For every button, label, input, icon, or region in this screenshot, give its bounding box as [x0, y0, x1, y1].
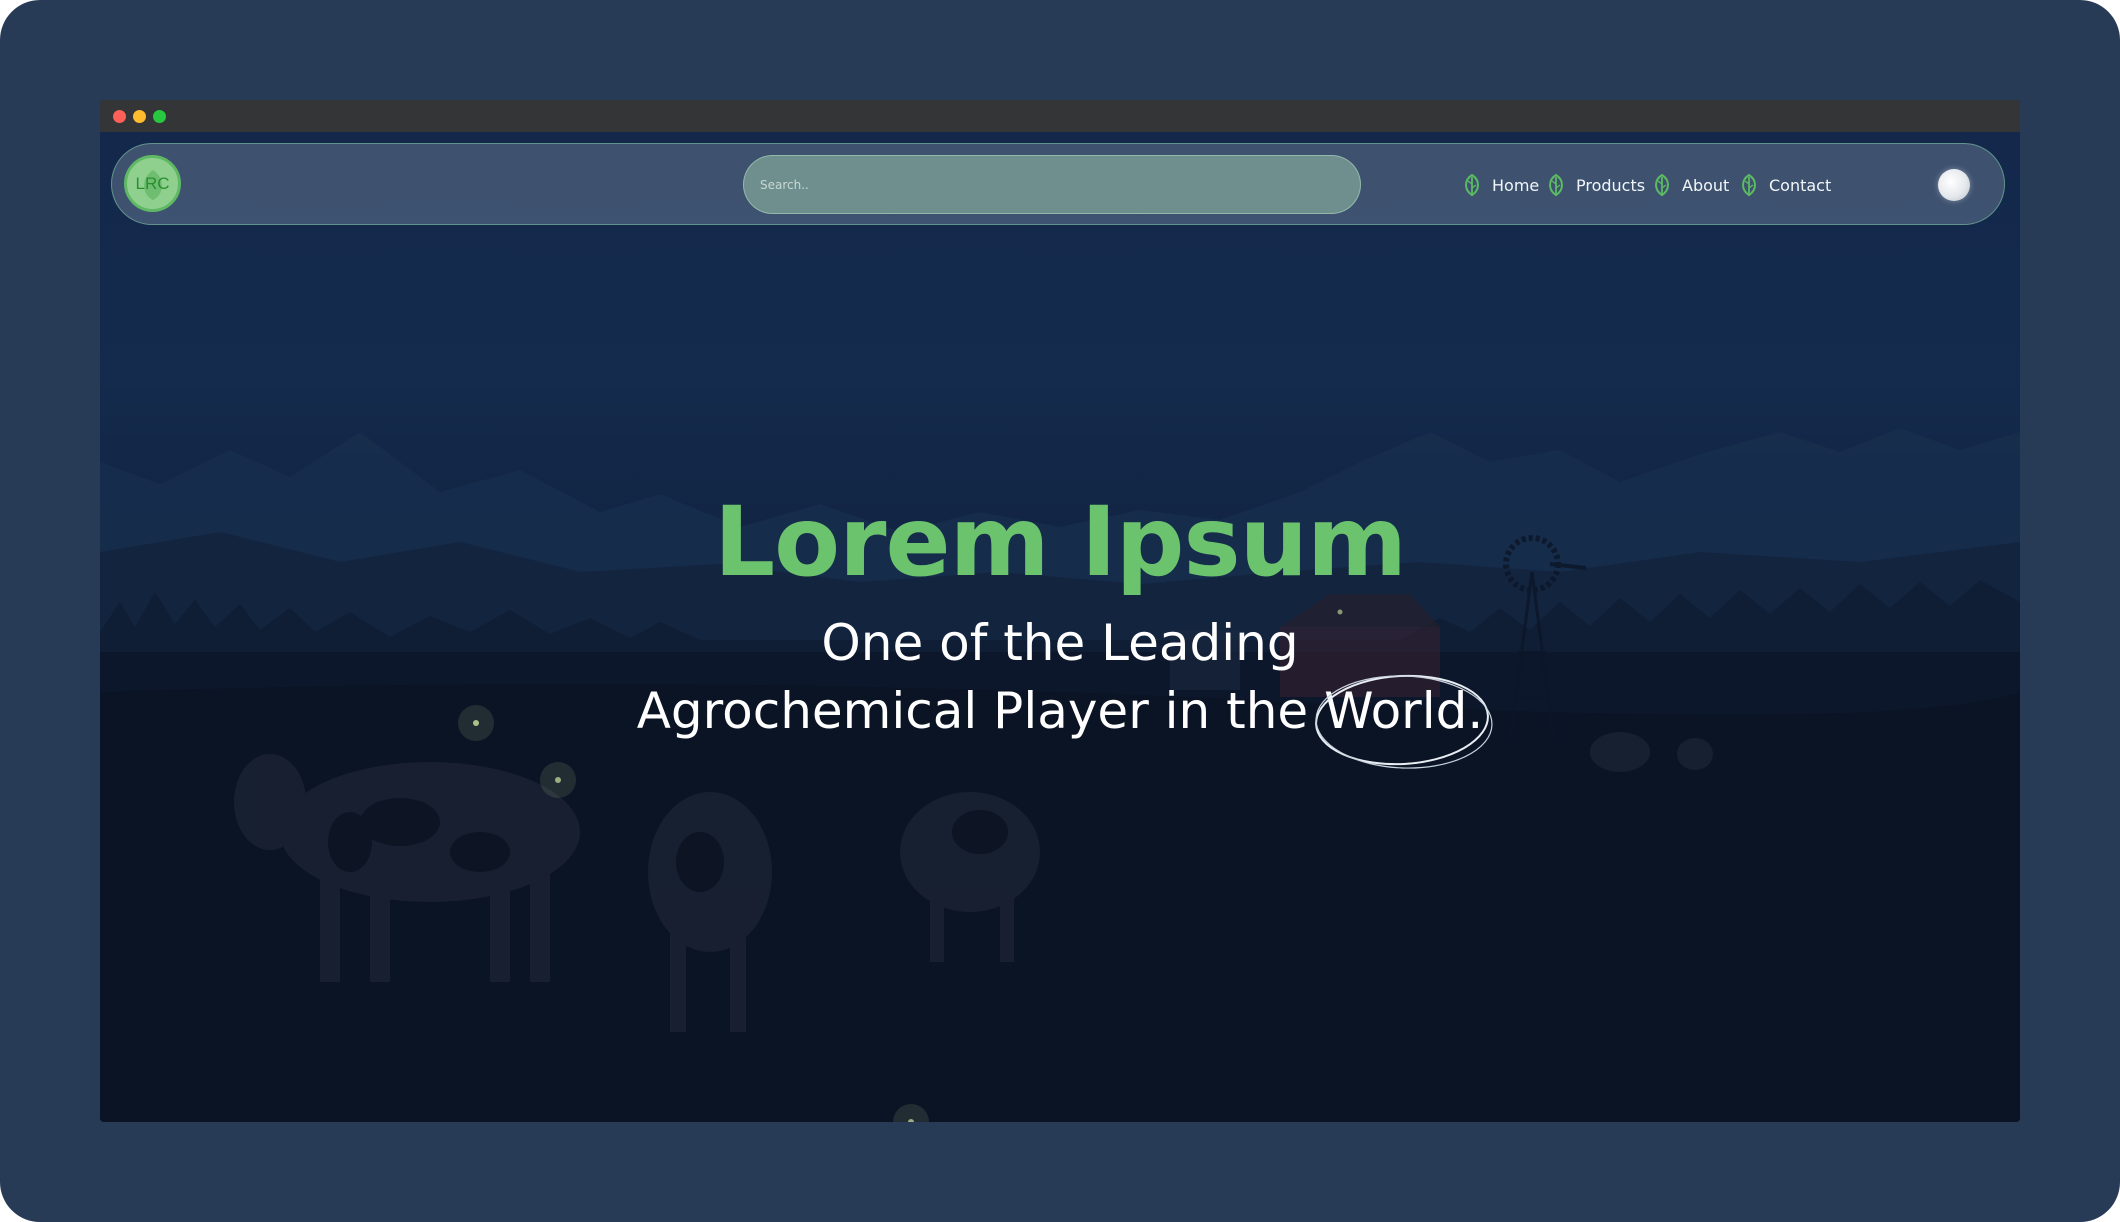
- moon-toggle-icon[interactable]: [1938, 169, 1970, 201]
- search-input[interactable]: [743, 155, 1361, 214]
- nav-item-products[interactable]: Products: [1546, 172, 1645, 198]
- minimize-window-button[interactable]: [133, 110, 146, 123]
- top-navbar: LRC Home: [111, 143, 2005, 225]
- leaf-icon: [1549, 173, 1563, 197]
- hero-section: LRC Home: [100, 132, 2020, 1122]
- highlight-word: World.: [1324, 682, 1484, 740]
- nav-item-home[interactable]: Home: [1462, 172, 1539, 198]
- nav-label-contact: Contact: [1769, 175, 1832, 195]
- browser-titlebar: [100, 100, 2020, 132]
- leaf-icon: [1742, 173, 1756, 197]
- nav-item-contact[interactable]: Contact: [1739, 172, 1831, 198]
- maximize-window-button[interactable]: [153, 110, 166, 123]
- nav-item-about[interactable]: About: [1652, 172, 1729, 198]
- logo[interactable]: LRC: [124, 155, 181, 212]
- logo-text: LRC: [135, 173, 170, 193]
- nav-label-home: Home: [1492, 175, 1540, 195]
- leaf-icon: [1465, 173, 1479, 197]
- nav-label-about: About: [1682, 175, 1730, 195]
- nav-label-products: Products: [1576, 175, 1646, 195]
- hero-title: Lorem Ipsum: [714, 486, 1407, 598]
- hero-subtitle-line1: One of the Leading: [821, 614, 1299, 672]
- page-frame: LRC Home: [0, 0, 2120, 1222]
- hero-subtitle-highlight: World.: [1315, 674, 1493, 769]
- close-window-button[interactable]: [113, 110, 126, 123]
- browser-window: LRC Home: [100, 100, 2020, 1122]
- hero-subtitle-line2: Agrochemical Player in the World.: [100, 674, 2020, 769]
- leaf-icon: [1655, 173, 1669, 197]
- hero-subtitle-prefix: Agrochemical Player in the: [636, 682, 1325, 740]
